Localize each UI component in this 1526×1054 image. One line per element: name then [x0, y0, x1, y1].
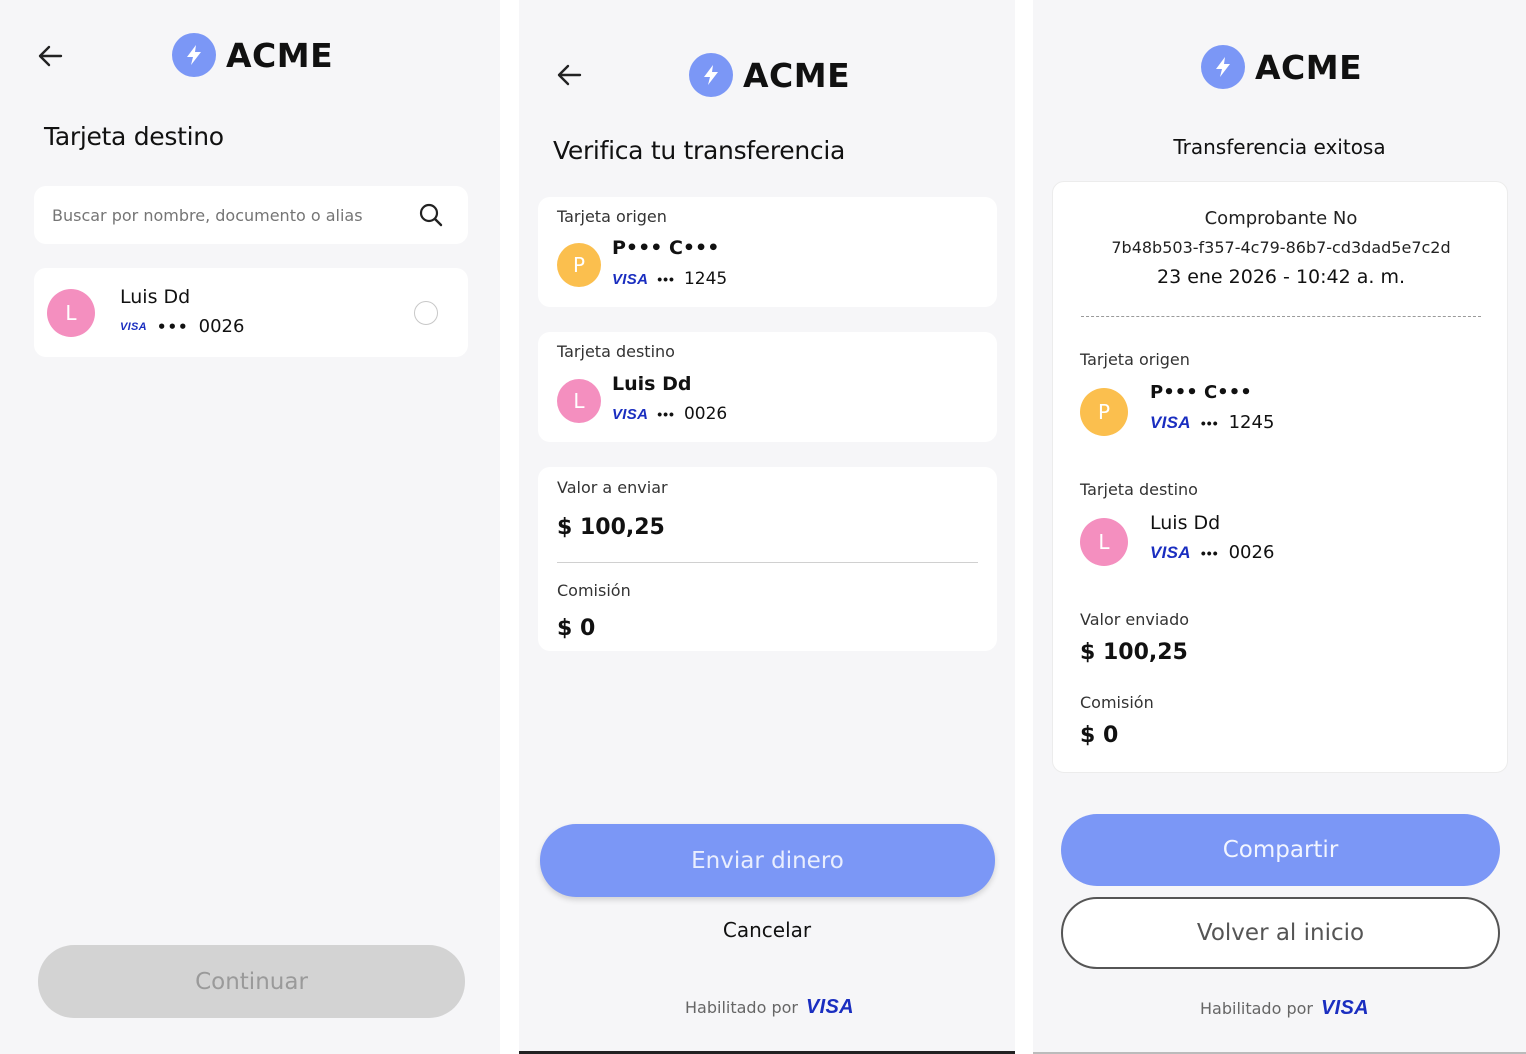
destination-card: Tarjeta destino L Luis Dd VISA ••• 0026 [538, 332, 997, 442]
card-last4: 0026 [198, 316, 245, 337]
search-icon[interactable] [418, 202, 444, 228]
screen-verify-transfer: ACME Verifica tu transferencia Tarjeta o… [519, 0, 1015, 1054]
arrow-left-icon [557, 64, 582, 86]
visa-logo-icon: VISA [1150, 542, 1191, 562]
arrow-left-icon [38, 45, 63, 67]
contact-list-item[interactable]: L Luis Dd VISA ••• 0026 [34, 268, 468, 357]
origin-label: Tarjeta origen [557, 207, 667, 226]
card-mask: ••• [1200, 414, 1219, 431]
fee-value: $ 0 [1080, 723, 1119, 748]
origin-label: Tarjeta origen [1080, 350, 1190, 369]
destination-name: Luis Dd [1150, 512, 1221, 534]
card-last4: 0026 [1228, 542, 1275, 563]
amount-label: Valor a enviar [557, 478, 668, 497]
fee-label: Comisión [1080, 693, 1154, 712]
avatar: L [557, 379, 601, 423]
brand-name: ACME [743, 55, 851, 95]
share-button[interactable]: Compartir [1061, 814, 1500, 886]
visa-logo-icon: VISA [612, 270, 649, 288]
card-last4: 1245 [683, 269, 728, 289]
fee-label: Comisión [557, 581, 631, 600]
avatar: P [1080, 388, 1128, 436]
search-input[interactable] [52, 200, 402, 230]
footer: Habilitado por VISA [1200, 997, 1369, 1020]
footer: Habilitado por VISA [685, 996, 854, 1019]
card-info: VISA ••• 0026 [612, 404, 727, 424]
cancel-link[interactable]: Cancelar [519, 918, 1015, 942]
receipt-card: Comprobante No 7b48b503-f357-4c79-86b7-c… [1052, 181, 1508, 773]
visa-logo-icon: VISA [612, 405, 649, 423]
footer-text: Habilitado por [1200, 999, 1313, 1018]
amount-value: $ 100,25 [557, 515, 665, 540]
card-mask: ••• [657, 271, 675, 287]
screen-select-destination: ACME Tarjeta destino L Luis Dd VISA ••• … [0, 0, 500, 1054]
destination-name: Luis Dd [612, 373, 692, 395]
visa-logo-icon: VISA [120, 320, 147, 333]
card-last4: 1245 [1228, 412, 1275, 433]
continue-button[interactable]: Continuar [38, 945, 465, 1018]
avatar: L [47, 289, 95, 337]
back-home-button[interactable]: Volver al inicio [1061, 897, 1500, 969]
card-mask: ••• [657, 406, 675, 422]
destination-label: Tarjeta destino [557, 342, 675, 361]
visa-logo-icon: VISA [1150, 412, 1191, 432]
dashed-divider [1081, 316, 1481, 317]
search-field[interactable] [34, 186, 468, 244]
amount-card: Valor a enviar $ 100,25 Comisión $ 0 [538, 467, 997, 651]
lightning-bolt-icon [689, 53, 733, 97]
origin-name: P••• C••• [1150, 382, 1252, 403]
page-title: Tarjeta destino [44, 122, 224, 151]
brand-logo: ACME [172, 33, 333, 77]
brand-logo: ACME [689, 53, 850, 97]
card-info: VISA ••• 0026 [120, 316, 244, 337]
card-mask: ••• [156, 317, 189, 336]
back-button[interactable] [549, 55, 589, 95]
origin-card: Tarjeta origen P P••• C••• VISA ••• 1245 [538, 197, 997, 307]
brand-logo: ACME [1201, 45, 1362, 89]
radio-unchecked-icon[interactable] [414, 301, 438, 325]
visa-logo-icon: VISA [1320, 997, 1369, 1019]
origin-name: P••• C••• [612, 237, 720, 259]
card-info: VISA ••• 0026 [1150, 542, 1274, 563]
page-title: Transferencia exitosa [1173, 135, 1386, 159]
receipt-datetime: 23 ene 2026 - 10:42 a. m. [1156, 266, 1406, 288]
contact-name: Luis Dd [120, 286, 191, 308]
screen-transfer-success: ACME Transferencia exitosa Comprobante N… [1033, 0, 1526, 1054]
avatar: P [557, 243, 601, 287]
page-title: Verifica tu transferencia [553, 136, 846, 165]
card-last4: 0026 [683, 404, 728, 424]
receipt-label: Comprobante No [1204, 208, 1358, 229]
lightning-bolt-icon [172, 33, 216, 77]
destination-label: Tarjeta destino [1080, 480, 1198, 499]
divider [557, 562, 978, 563]
lightning-bolt-icon [1201, 45, 1245, 89]
card-info: VISA ••• 1245 [612, 269, 727, 289]
footer-text: Habilitado por [685, 998, 798, 1017]
amount-value: $ 100,25 [1080, 640, 1188, 665]
receipt-id: 7b48b503-f357-4c79-86b7-cd3dad5e7c2d [1111, 238, 1451, 257]
visa-logo-icon: VISA [805, 996, 854, 1018]
fee-value: $ 0 [557, 616, 596, 641]
avatar: L [1080, 518, 1128, 566]
back-button[interactable] [30, 36, 70, 76]
brand-name: ACME [226, 35, 334, 75]
card-info: VISA ••• 1245 [1150, 412, 1274, 433]
brand-name: ACME [1255, 47, 1363, 87]
amount-label: Valor enviado [1080, 610, 1190, 629]
card-mask: ••• [1200, 544, 1219, 561]
send-money-button[interactable]: Enviar dinero [540, 824, 995, 897]
